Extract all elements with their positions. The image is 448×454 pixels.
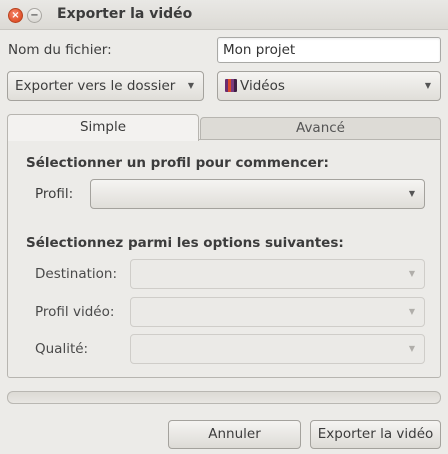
export-mode-select[interactable]: Exporter vers le dossier ▼ (7, 71, 204, 101)
video-profile-select[interactable]: ▼ (130, 297, 425, 327)
export-mode-value: Exporter vers le dossier (15, 78, 176, 94)
tab-simple[interactable]: Simple (7, 114, 199, 141)
filename-input[interactable] (217, 37, 441, 63)
close-icon[interactable]: × (8, 8, 23, 23)
tab-advanced[interactable]: Avancé (200, 117, 441, 140)
chevron-down-icon: ▼ (187, 81, 194, 90)
destination-label: Destination: (35, 266, 118, 282)
profile-select[interactable]: ▼ (90, 179, 425, 209)
video-profile-label: Profil vidéo: (35, 304, 115, 320)
window-title: Exporter la vidéo (57, 6, 193, 22)
chevron-down-icon: ▼ (408, 269, 415, 278)
title-bar: × − Exporter la vidéo (0, 0, 448, 30)
profile-section-heading: Sélectionner un profil pour commencer: (26, 155, 329, 171)
profile-label: Profil: (35, 186, 74, 202)
cancel-button[interactable]: Annuler (168, 420, 301, 449)
options-section-heading: Sélectionnez parmi les options suivantes… (26, 235, 344, 251)
chevron-down-icon: ▼ (408, 189, 415, 198)
chevron-down-icon: ▼ (424, 81, 431, 90)
video-folder-icon (225, 79, 237, 92)
destination-select[interactable]: ▼ (130, 259, 425, 289)
export-progress-bar (7, 391, 441, 404)
chevron-down-icon: ▼ (408, 307, 415, 316)
folder-select[interactable]: Vidéos ▼ (217, 71, 441, 101)
folder-value: Vidéos (240, 78, 285, 94)
quality-select[interactable]: ▼ (130, 334, 425, 364)
filename-label: Nom du fichier: (8, 42, 112, 58)
chevron-down-icon: ▼ (408, 344, 415, 353)
quality-label: Qualité: (35, 341, 89, 357)
export-button[interactable]: Exporter la vidéo (310, 420, 441, 449)
minimize-icon[interactable]: − (27, 8, 42, 23)
